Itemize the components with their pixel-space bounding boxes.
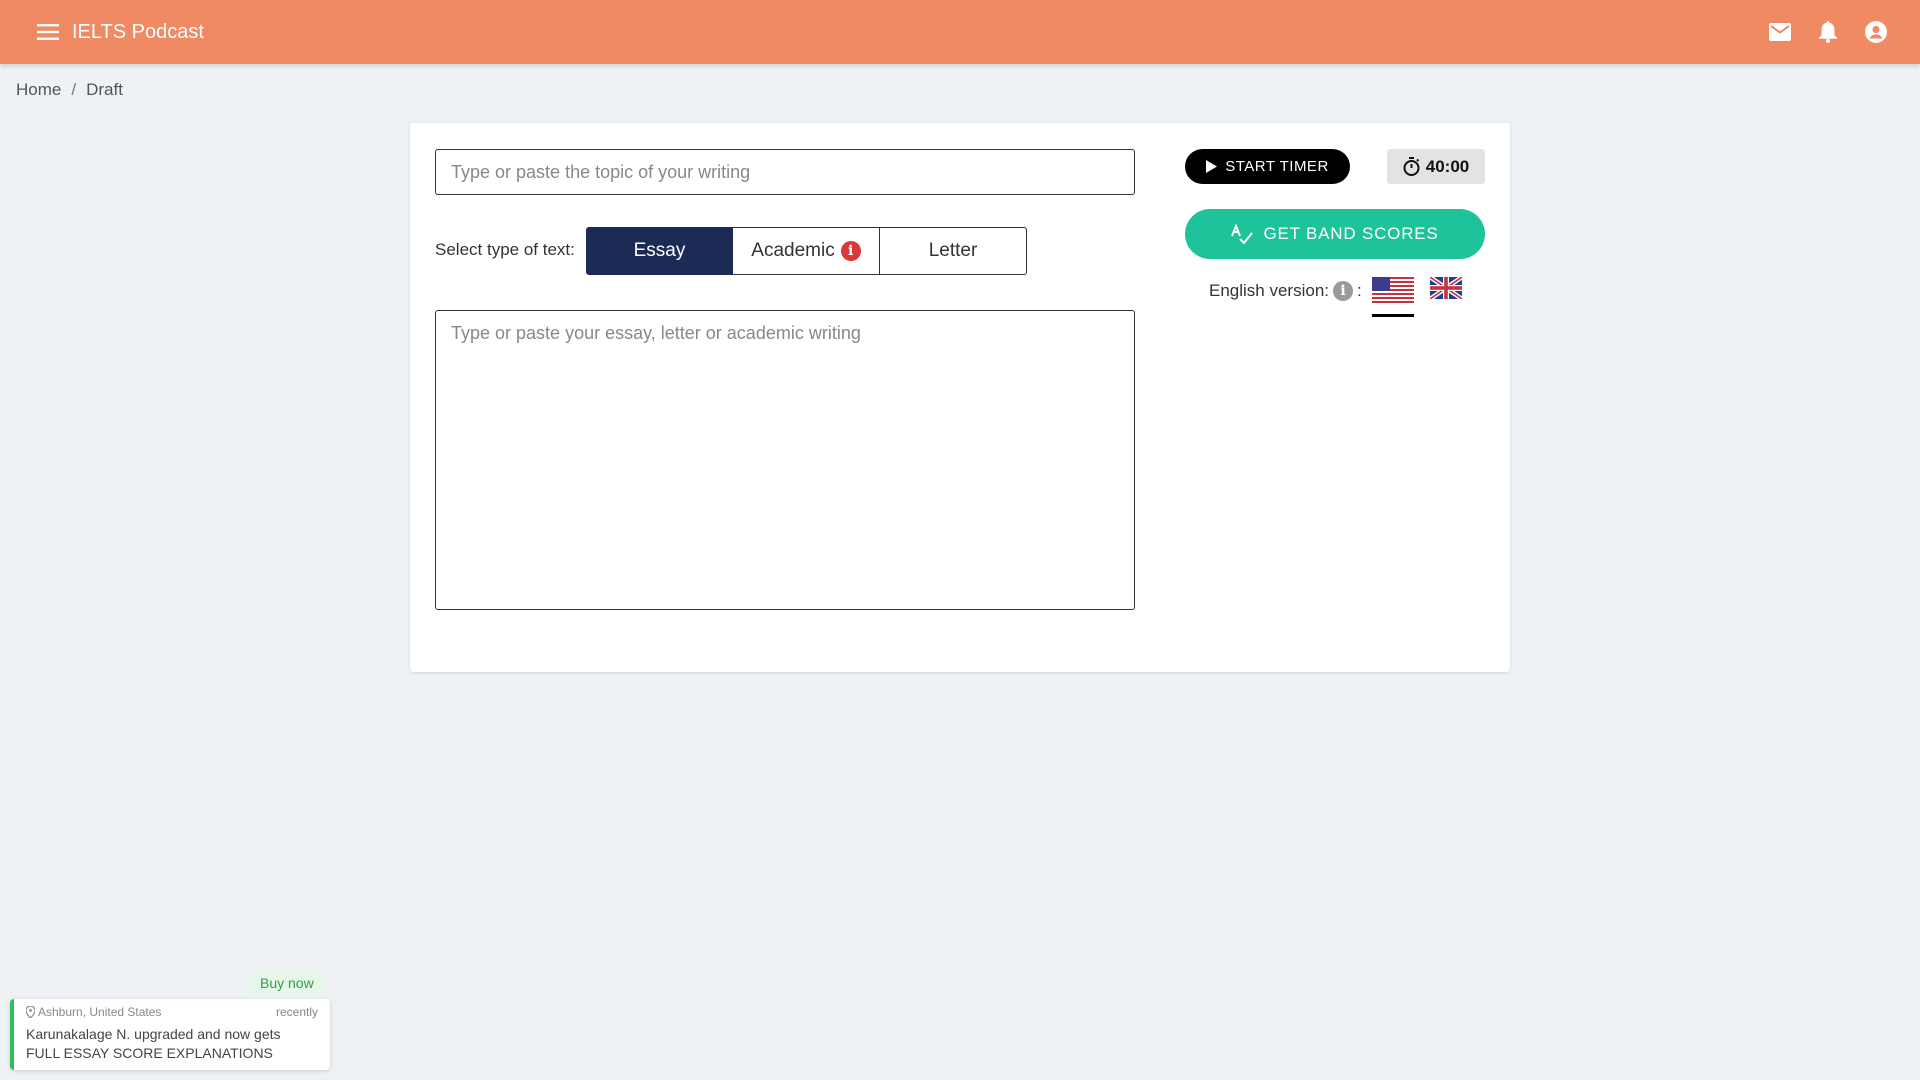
play-icon xyxy=(1206,160,1218,173)
breadcrumb-home-link[interactable]: Home xyxy=(16,80,61,100)
type-essay-button[interactable]: Essay xyxy=(586,227,733,275)
type-letter-button[interactable]: Letter xyxy=(880,227,1027,275)
text-type-label: Select type of text: xyxy=(435,240,575,259)
mail-icon[interactable] xyxy=(1764,16,1796,48)
type-essay-label: Essay xyxy=(633,240,686,261)
notification-time: recently xyxy=(275,1005,318,1019)
start-timer-button[interactable]: START TIMER xyxy=(1185,149,1350,184)
notification-location: Ashburn, United States xyxy=(38,1005,162,1019)
buy-now-button[interactable]: Buy now xyxy=(250,971,324,995)
account-icon[interactable] xyxy=(1860,16,1892,48)
info-icon[interactable]: i xyxy=(1333,281,1354,301)
stopwatch-icon xyxy=(1403,157,1420,176)
location-pin-icon xyxy=(26,1006,35,1018)
breadcrumb-current: Draft xyxy=(86,80,123,99)
uk-flag-icon[interactable] xyxy=(1428,275,1464,304)
top-app-bar: IELTS Podcast xyxy=(0,0,1920,64)
essay-textarea[interactable] xyxy=(435,310,1135,610)
timer-value: 40:00 xyxy=(1425,156,1470,176)
breadcrumb: Home / Draft xyxy=(16,80,123,100)
get-band-scores-label: GET BAND SCORES xyxy=(1263,224,1439,243)
type-academic-label: Academic xyxy=(751,240,835,261)
social-proof-notification: Ashburn, United States recently Karunaka… xyxy=(10,999,330,1070)
get-band-scores-button[interactable]: GET BAND SCORES xyxy=(1185,209,1485,259)
type-academic-button[interactable]: Academic i xyxy=(733,227,880,275)
info-icon[interactable]: i xyxy=(840,241,861,261)
notification-message: Karunakalage N. upgraded and now gets FU… xyxy=(26,1026,281,1061)
app-title: IELTS Podcast xyxy=(72,20,204,43)
writing-card: Select type of text: Essay Academici Let… xyxy=(410,123,1510,672)
english-version-text: English version: xyxy=(1209,281,1330,300)
type-letter-label: Letter xyxy=(928,240,978,261)
topic-input[interactable] xyxy=(435,149,1135,195)
english-version-label: English version: i : xyxy=(1209,281,1362,301)
breadcrumb-separator: / xyxy=(71,80,77,99)
text-type-selector: Essay Academic i Letter xyxy=(586,227,1027,275)
timer-display: 40:00 xyxy=(1387,149,1485,184)
start-timer-label: START TIMER xyxy=(1225,158,1329,175)
spellcheck-icon xyxy=(1231,224,1254,244)
menu-icon[interactable] xyxy=(28,12,68,52)
english-version-colon: : xyxy=(1357,281,1362,300)
bell-icon[interactable] xyxy=(1812,16,1844,48)
us-flag-icon[interactable] xyxy=(1372,277,1414,317)
